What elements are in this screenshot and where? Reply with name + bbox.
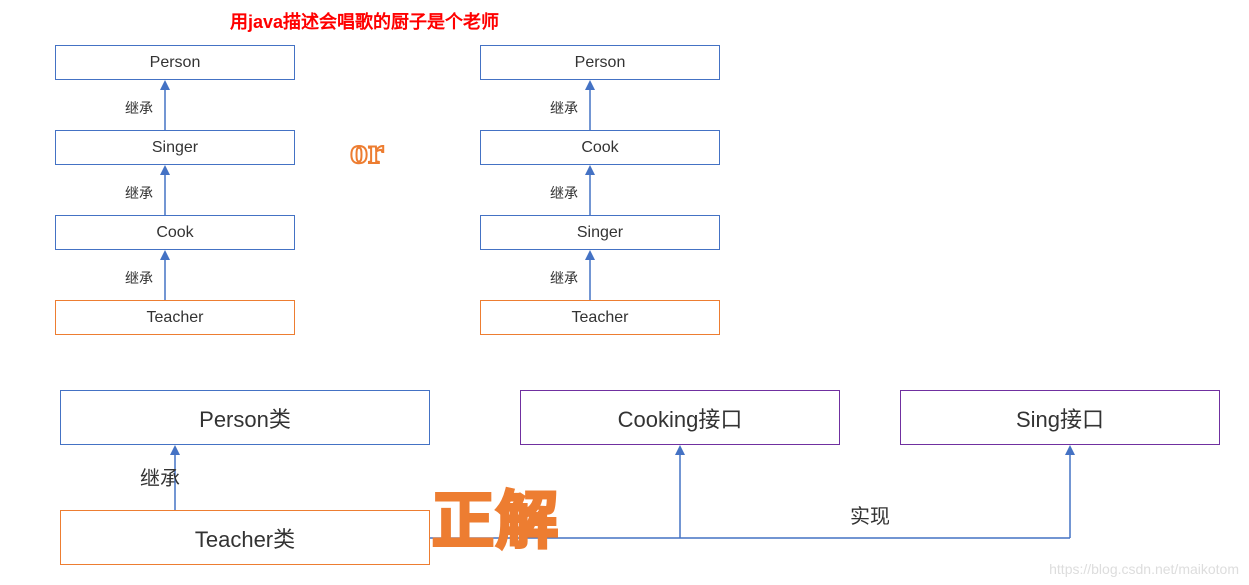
person-class-label: Person类 [199, 402, 291, 434]
h1-cook-label: Cook [156, 224, 193, 242]
diagram-title: 用java描述会唱歌的厨子是个老师 [230, 8, 499, 34]
h1-inherit3: 继承 [125, 268, 153, 288]
cooking-interface-box: Cooking接口 [520, 390, 840, 445]
h2-singer-box: Singer [480, 215, 720, 250]
h2-person-box: Person [480, 45, 720, 80]
h2-teacher-label: Teacher [572, 309, 629, 327]
h1-teacher-box: Teacher [55, 300, 295, 335]
h1-arrow1 [155, 80, 175, 130]
or-text: or [350, 130, 384, 172]
h2-arrow1 [580, 80, 600, 130]
watermark: https://blog.csdn.net/maikotom [1049, 561, 1239, 577]
h2-cook-label: Cook [581, 139, 618, 157]
h1-cook-box: Cook [55, 215, 295, 250]
h1-arrow3 [155, 250, 175, 300]
h1-person-box: Person [55, 45, 295, 80]
sing-interface-label: Sing接口 [1016, 402, 1104, 434]
h2-inherit2: 继承 [550, 183, 578, 203]
h1-teacher-label: Teacher [147, 309, 204, 327]
h2-arrow3 [580, 250, 600, 300]
h2-teacher-box: Teacher [480, 300, 720, 335]
h2-person-label: Person [575, 54, 626, 72]
h2-cook-box: Cook [480, 130, 720, 165]
teacher-class-label: Teacher类 [195, 522, 295, 554]
h2-inherit3: 继承 [550, 268, 578, 288]
h1-inherit2: 继承 [125, 183, 153, 203]
cooking-interface-label: Cooking接口 [618, 402, 743, 434]
sol-implement-label: 实现 [850, 500, 890, 529]
h1-person-label: Person [150, 54, 201, 72]
h1-inherit1: 继承 [125, 98, 153, 118]
h1-arrow2 [155, 165, 175, 215]
h2-singer-label: Singer [577, 224, 623, 242]
h1-singer-label: Singer [152, 139, 198, 157]
answer-text: 正解 [432, 470, 560, 560]
h2-arrow2 [580, 165, 600, 215]
sing-interface-box: Sing接口 [900, 390, 1220, 445]
sol-inherit-label: 继承 [140, 462, 180, 491]
h1-singer-box: Singer [55, 130, 295, 165]
teacher-class-box: Teacher类 [60, 510, 430, 565]
h2-inherit1: 继承 [550, 98, 578, 118]
person-class-box: Person类 [60, 390, 430, 445]
